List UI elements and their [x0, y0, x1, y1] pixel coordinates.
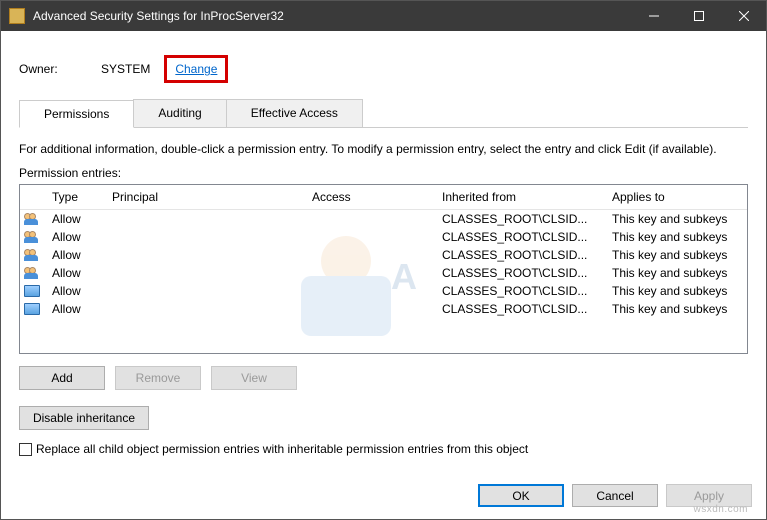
window: Advanced Security Settings for InProcSer… [0, 0, 767, 520]
view-button: View [211, 366, 297, 390]
replace-children-row: Replace all child object permission entr… [19, 442, 748, 456]
change-owner-link[interactable]: Change [175, 62, 217, 76]
table-row[interactable]: Allow CLASSES_ROOT\CLSID...This key and s… [20, 228, 747, 246]
folder-icon [9, 8, 25, 24]
cell-inherited: CLASSES_ROOT\CLSID... [434, 266, 604, 280]
ok-button[interactable]: OK [478, 484, 564, 507]
titlebar: Advanced Security Settings for InProcSer… [1, 1, 766, 31]
cell-inherited: CLASSES_ROOT\CLSID... [434, 302, 604, 316]
key-icon [20, 303, 44, 315]
cell-inherited: CLASSES_ROOT\CLSID... [434, 284, 604, 298]
site-watermark: wsxdn.com [693, 504, 748, 515]
group-icon [20, 249, 44, 261]
table-row[interactable]: Allow CLASSES_ROOT\CLSID...This key and s… [20, 210, 747, 228]
content: Owner: SYSTEM Change Permissions Auditin… [1, 31, 766, 519]
col-access[interactable]: Access [304, 185, 434, 209]
cell-applies: This key and subkeys [604, 248, 744, 262]
cell-type: Allow [44, 230, 104, 244]
info-text: For additional information, double-click… [19, 142, 748, 156]
table-row[interactable]: Allow CLASSES_ROOT\CLSID...This key and s… [20, 300, 747, 318]
cell-inherited: CLASSES_ROOT\CLSID... [434, 248, 604, 262]
disable-inheritance-button[interactable]: Disable inheritance [19, 406, 149, 430]
cell-inherited: CLASSES_ROOT\CLSID... [434, 212, 604, 226]
replace-children-checkbox[interactable] [19, 443, 32, 456]
col-icon[interactable] [20, 185, 44, 209]
permission-entries-label: Permission entries: [19, 166, 748, 180]
owner-value: SYSTEM [101, 62, 150, 76]
window-controls [631, 1, 766, 31]
cell-applies: This key and subkeys [604, 284, 744, 298]
tab-auditing[interactable]: Auditing [133, 99, 226, 127]
group-icon [20, 267, 44, 279]
window-title: Advanced Security Settings for InProcSer… [33, 9, 631, 23]
table-row[interactable]: Allow CLASSES_ROOT\CLSID...This key and s… [20, 282, 747, 300]
cell-type: Allow [44, 266, 104, 280]
group-icon [20, 213, 44, 225]
tab-permissions[interactable]: Permissions [19, 100, 134, 128]
cell-type: Allow [44, 284, 104, 298]
entry-buttons: Add Remove View [19, 366, 748, 390]
permission-grid: Type Principal Access Inherited from App… [19, 184, 748, 354]
col-principal[interactable]: Principal [104, 185, 304, 209]
table-row[interactable]: Allow CLASSES_ROOT\CLSID...This key and s… [20, 246, 747, 264]
col-inherited[interactable]: Inherited from [434, 185, 604, 209]
col-applies[interactable]: Applies to [604, 185, 744, 209]
cell-applies: This key and subkeys [604, 266, 744, 280]
cell-applies: This key and subkeys [604, 230, 744, 244]
key-icon [20, 285, 44, 297]
cell-type: Allow [44, 212, 104, 226]
cancel-button[interactable]: Cancel [572, 484, 658, 507]
group-icon [20, 231, 44, 243]
tab-effective-access[interactable]: Effective Access [226, 99, 363, 127]
close-button[interactable] [721, 1, 766, 31]
cell-applies: This key and subkeys [604, 302, 744, 316]
col-type[interactable]: Type [44, 185, 104, 209]
replace-children-label: Replace all child object permission entr… [36, 442, 528, 456]
cell-type: Allow [44, 302, 104, 316]
table-row[interactable]: Allow CLASSES_ROOT\CLSID...This key and s… [20, 264, 747, 282]
grid-header: Type Principal Access Inherited from App… [20, 185, 747, 210]
remove-button: Remove [115, 366, 201, 390]
cell-applies: This key and subkeys [604, 212, 744, 226]
minimize-button[interactable] [631, 1, 676, 31]
change-link-highlight: Change [164, 55, 228, 83]
maximize-button[interactable] [676, 1, 721, 31]
grid-body: AllowCLASSES_ROOT\CLSID...This key and s… [20, 210, 747, 318]
add-button[interactable]: Add [19, 366, 105, 390]
owner-label: Owner: [19, 62, 101, 76]
owner-row: Owner: SYSTEM Change [19, 55, 748, 83]
cell-type: Allow [44, 248, 104, 262]
cell-inherited: CLASSES_ROOT\CLSID... [434, 230, 604, 244]
tabs: Permissions Auditing Effective Access [19, 99, 748, 128]
